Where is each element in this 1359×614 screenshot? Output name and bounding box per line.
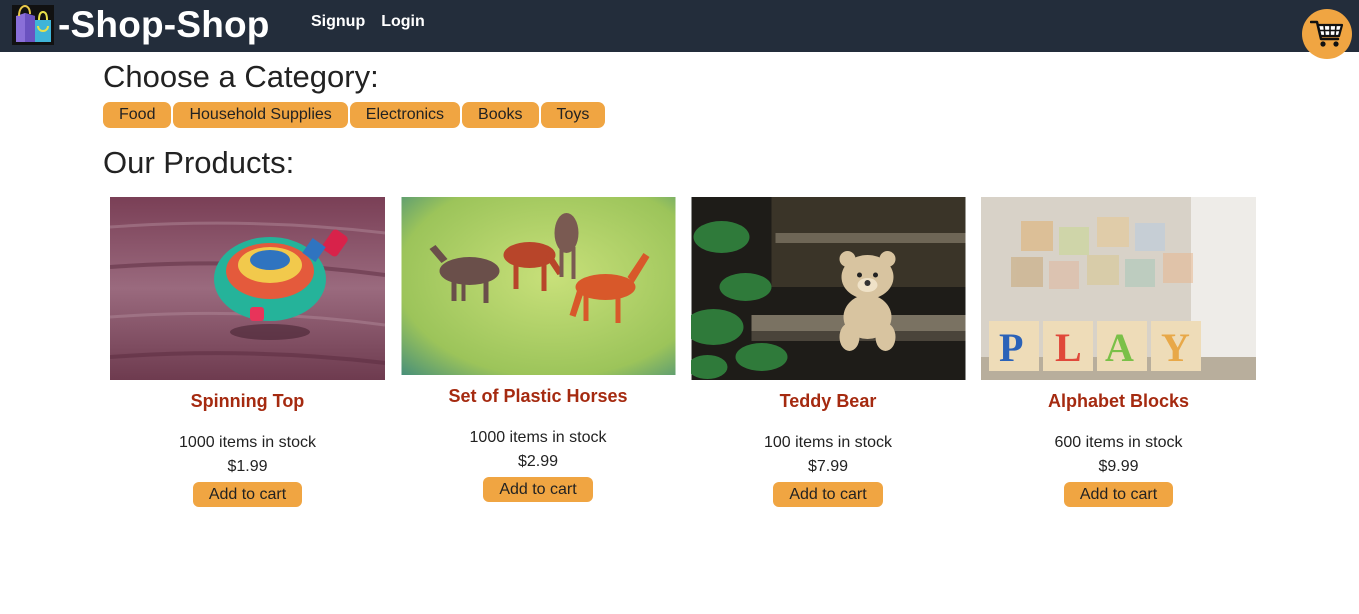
product-name[interactable]: Spinning Top (191, 391, 305, 411)
svg-text:A: A (1105, 325, 1134, 370)
product-card: P L A Y Alphabet Blocks 600 items in sto… (981, 197, 1256, 507)
main-nav: Signup Login (311, 13, 425, 31)
product-price: $9.99 (1098, 458, 1139, 475)
cart-button[interactable] (1302, 9, 1352, 59)
svg-text:P: P (999, 325, 1023, 370)
product-price: $1.99 (227, 458, 268, 475)
category-heading: Choose a Category: (103, 59, 379, 94)
category-household-supplies-button[interactable]: Household Supplies (173, 102, 348, 128)
product-stock: 1000 items in stock (179, 434, 316, 451)
product-card: Spinning Top 1000 items in stock $1.99 A… (110, 197, 385, 507)
product-price: $7.99 (807, 458, 849, 475)
product-name[interactable]: Teddy Bear (780, 391, 877, 411)
product-stock: 100 items in stock (763, 434, 893, 451)
add-to-cart-button[interactable]: Add to cart (1063, 482, 1174, 507)
product-card: Set of Plastic Horses 1000 items in stoc… (401, 197, 675, 502)
product-name[interactable]: Alphabet Blocks (1048, 391, 1189, 411)
svg-text:Y: Y (1161, 325, 1190, 370)
spinning-top-image[interactable] (110, 197, 385, 380)
products-heading: Our Products: (103, 145, 295, 180)
add-to-cart-button[interactable]: Add to cart (192, 482, 303, 507)
product-stock: 600 items in stock (1054, 434, 1183, 451)
category-electronics-button[interactable]: Electronics (349, 102, 461, 128)
shopping-bag-icon (12, 4, 54, 45)
top-navbar: -Shop-Shop Signup Login (0, 0, 1359, 59)
product-card: Teddy Bear 100 items in stock $7.99 Add … (690, 197, 966, 507)
add-to-cart-button[interactable]: Add to cart (483, 477, 593, 502)
category-food-button[interactable]: Food (103, 102, 172, 128)
signup-link[interactable]: Signup (311, 13, 365, 31)
plastic-horses-image[interactable] (401, 197, 676, 375)
svg-text:L: L (1055, 325, 1082, 370)
product-name[interactable]: Set of Plastic Horses (448, 386, 627, 406)
category-books-button[interactable]: Books (462, 102, 539, 128)
product-price: $2.99 (517, 453, 559, 470)
brand[interactable]: -Shop-Shop (11, 3, 270, 47)
category-toys-button[interactable]: Toys (540, 102, 606, 128)
alphabet-blocks-image[interactable]: P L A Y (981, 197, 1256, 380)
product-stock: 1000 items in stock (469, 429, 607, 446)
teddy-bear-image[interactable] (690, 197, 966, 380)
brand-title: -Shop-Shop (58, 4, 270, 45)
shopping-cart-icon (1310, 20, 1344, 47)
category-list: Food Household Supplies Electronics Book… (103, 102, 606, 128)
login-link[interactable]: Login (381, 13, 425, 31)
add-to-cart-button[interactable]: Add to cart (773, 482, 883, 507)
